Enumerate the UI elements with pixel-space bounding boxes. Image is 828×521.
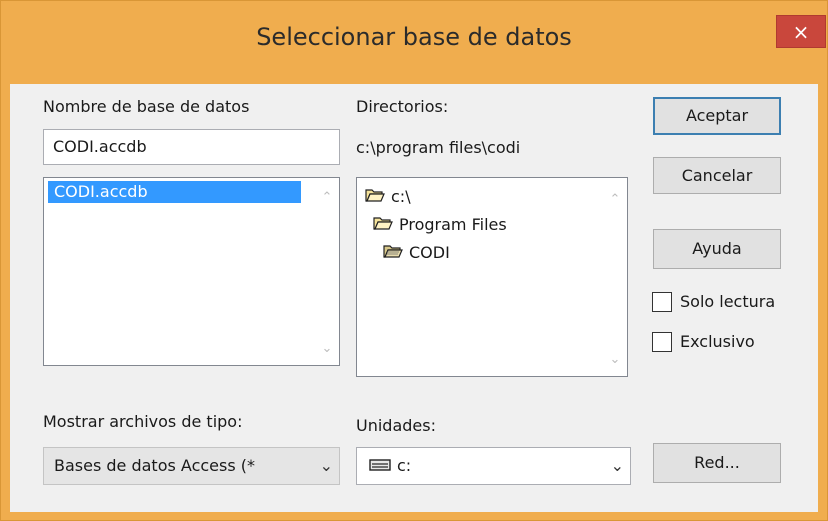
chevron-down-icon[interactable]: ⌄	[313, 448, 333, 484]
drive-value: c:	[397, 456, 412, 475]
open-folder-icon	[365, 187, 385, 209]
directories-label: Directorios:	[356, 97, 449, 116]
file-list-scrollbar[interactable]: ⌃ ⌄	[316, 179, 338, 364]
scroll-down-icon[interactable]: ⌄	[606, 351, 624, 369]
database-name-label: Nombre de base de datos	[43, 97, 250, 116]
dialog-body: Nombre de base de datos CODI.accdb CODI.…	[10, 84, 818, 512]
dialog-title: Seleccionar base de datos	[256, 23, 572, 51]
filetype-select[interactable]: Bases de datos Access (* ⌄	[43, 447, 340, 485]
tree-item-program-files[interactable]: Program Files	[373, 214, 507, 236]
cancel-button[interactable]: Cancelar	[653, 157, 781, 194]
scroll-down-icon[interactable]: ⌄	[318, 340, 336, 358]
filetype-value: Bases de datos Access (*	[54, 456, 256, 475]
exclusive-label[interactable]: Exclusivo	[680, 332, 755, 351]
exclusive-checkbox[interactable]	[652, 332, 672, 352]
file-list-item[interactable]: CODI.accdb	[48, 181, 301, 203]
dialog-window: Seleccionar base de datos × Nombre de ba…	[0, 0, 828, 521]
close-icon: ×	[792, 20, 810, 44]
open-folder-selected-icon	[383, 243, 403, 265]
chevron-down-icon[interactable]: ⌄	[611, 448, 624, 484]
directory-tree[interactable]: c:\ Program Files CODI ⌃ ⌄	[356, 177, 628, 377]
filetype-label: Mostrar archivos de tipo:	[43, 412, 243, 431]
network-button[interactable]: Red...	[653, 443, 781, 483]
scroll-up-icon[interactable]: ⌃	[606, 191, 624, 209]
file-list[interactable]: CODI.accdb ⌃ ⌄	[43, 177, 340, 366]
drives-select[interactable]: c: ⌄	[356, 447, 631, 485]
accept-button[interactable]: Aceptar	[653, 97, 781, 135]
open-folder-icon	[373, 215, 393, 237]
scroll-up-icon[interactable]: ⌃	[318, 189, 336, 207]
current-path: c:\program files\codi	[356, 138, 521, 157]
tree-item-label: c:\	[391, 187, 411, 206]
close-button[interactable]: ×	[776, 15, 826, 48]
read-only-label[interactable]: Solo lectura	[680, 292, 775, 311]
drive-icon	[369, 449, 391, 485]
tree-item-label: CODI	[409, 243, 450, 262]
drives-label: Unidades:	[356, 416, 436, 435]
tree-item-label: Program Files	[399, 215, 507, 234]
tree-item-codi[interactable]: CODI	[383, 242, 450, 264]
read-only-checkbox[interactable]	[652, 292, 672, 312]
database-name-input[interactable]: CODI.accdb	[43, 129, 340, 165]
title-bar[interactable]: Seleccionar base de datos ×	[1, 1, 827, 83]
tree-item-c-drive[interactable]: c:\	[365, 186, 411, 208]
directory-tree-scrollbar[interactable]: ⌃ ⌄	[604, 179, 626, 375]
help-button[interactable]: Ayuda	[653, 229, 781, 269]
